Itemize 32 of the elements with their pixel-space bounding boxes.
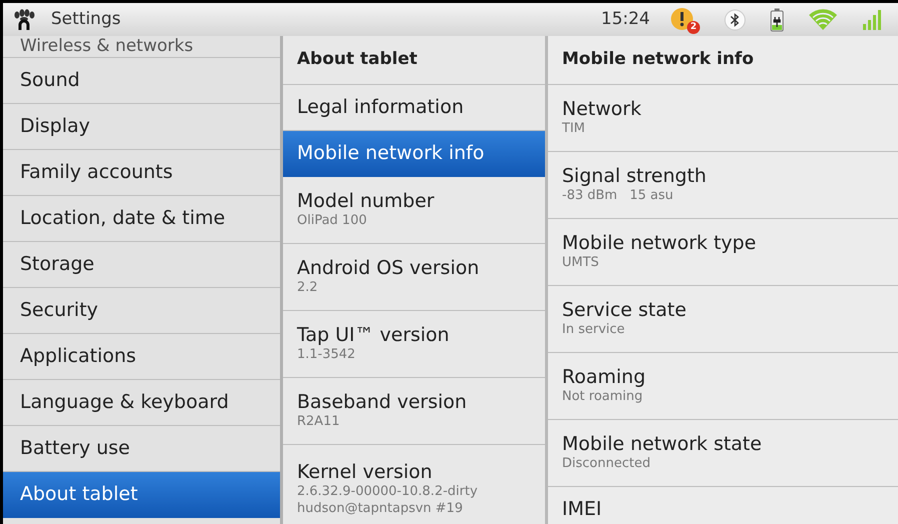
preference-item[interactable]: Model number OliPad 100: [283, 177, 545, 244]
app-title: Settings: [51, 8, 121, 31]
preference-item[interactable]: Signal strength -83 dBm 15 asu: [548, 152, 898, 219]
bluetooth-icon: [724, 8, 746, 30]
settings-category[interactable]: Sound: [3, 58, 280, 104]
preference-item[interactable]: Mobile network info: [283, 131, 545, 177]
preference-item[interactable]: Android OS version 2.2: [283, 244, 545, 311]
preference-item[interactable]: Kernel version 2.6.32.9-00000-10.8.2-dirty hudson@tapntapsvn #19: [283, 445, 545, 524]
settings-category[interactable]: Wireless & networks: [3, 36, 280, 58]
settings-category[interactable]: Family accounts: [3, 150, 280, 196]
settings-category[interactable]: Display: [3, 104, 280, 150]
preference-item[interactable]: Service state In service: [548, 286, 898, 353]
preference-item[interactable]: Baseband version R2A11: [283, 378, 545, 445]
preference-item[interactable]: Network TIM: [548, 85, 898, 152]
wifi-icon: [808, 8, 838, 30]
preference-item[interactable]: Mobile network type UMTS: [548, 219, 898, 286]
settings-category[interactable]: Security: [3, 288, 280, 334]
preference-item[interactable]: Mobile network state Disconnected: [548, 420, 898, 487]
signal-strength-icon: [862, 8, 884, 30]
battery-charging-icon: [770, 8, 784, 32]
clock-time: 15:24: [601, 8, 650, 31]
app-logo-icon: [13, 8, 35, 30]
settings-category[interactable]: Location, date & time: [3, 196, 280, 242]
section-header: Mobile network info: [548, 36, 898, 85]
preference-item[interactable]: IMEI: [548, 487, 898, 524]
settings-category[interactable]: Storage: [3, 242, 280, 288]
settings-category[interactable]: About tablet: [3, 472, 280, 518]
section-header: About tablet: [283, 36, 545, 85]
preference-item[interactable]: Roaming Not roaming: [548, 353, 898, 420]
settings-category[interactable]: Language & keyboard: [3, 380, 280, 426]
settings-category[interactable]: Applications: [3, 334, 280, 380]
preference-item[interactable]: Tap UI™ version 1.1-3542: [283, 311, 545, 378]
